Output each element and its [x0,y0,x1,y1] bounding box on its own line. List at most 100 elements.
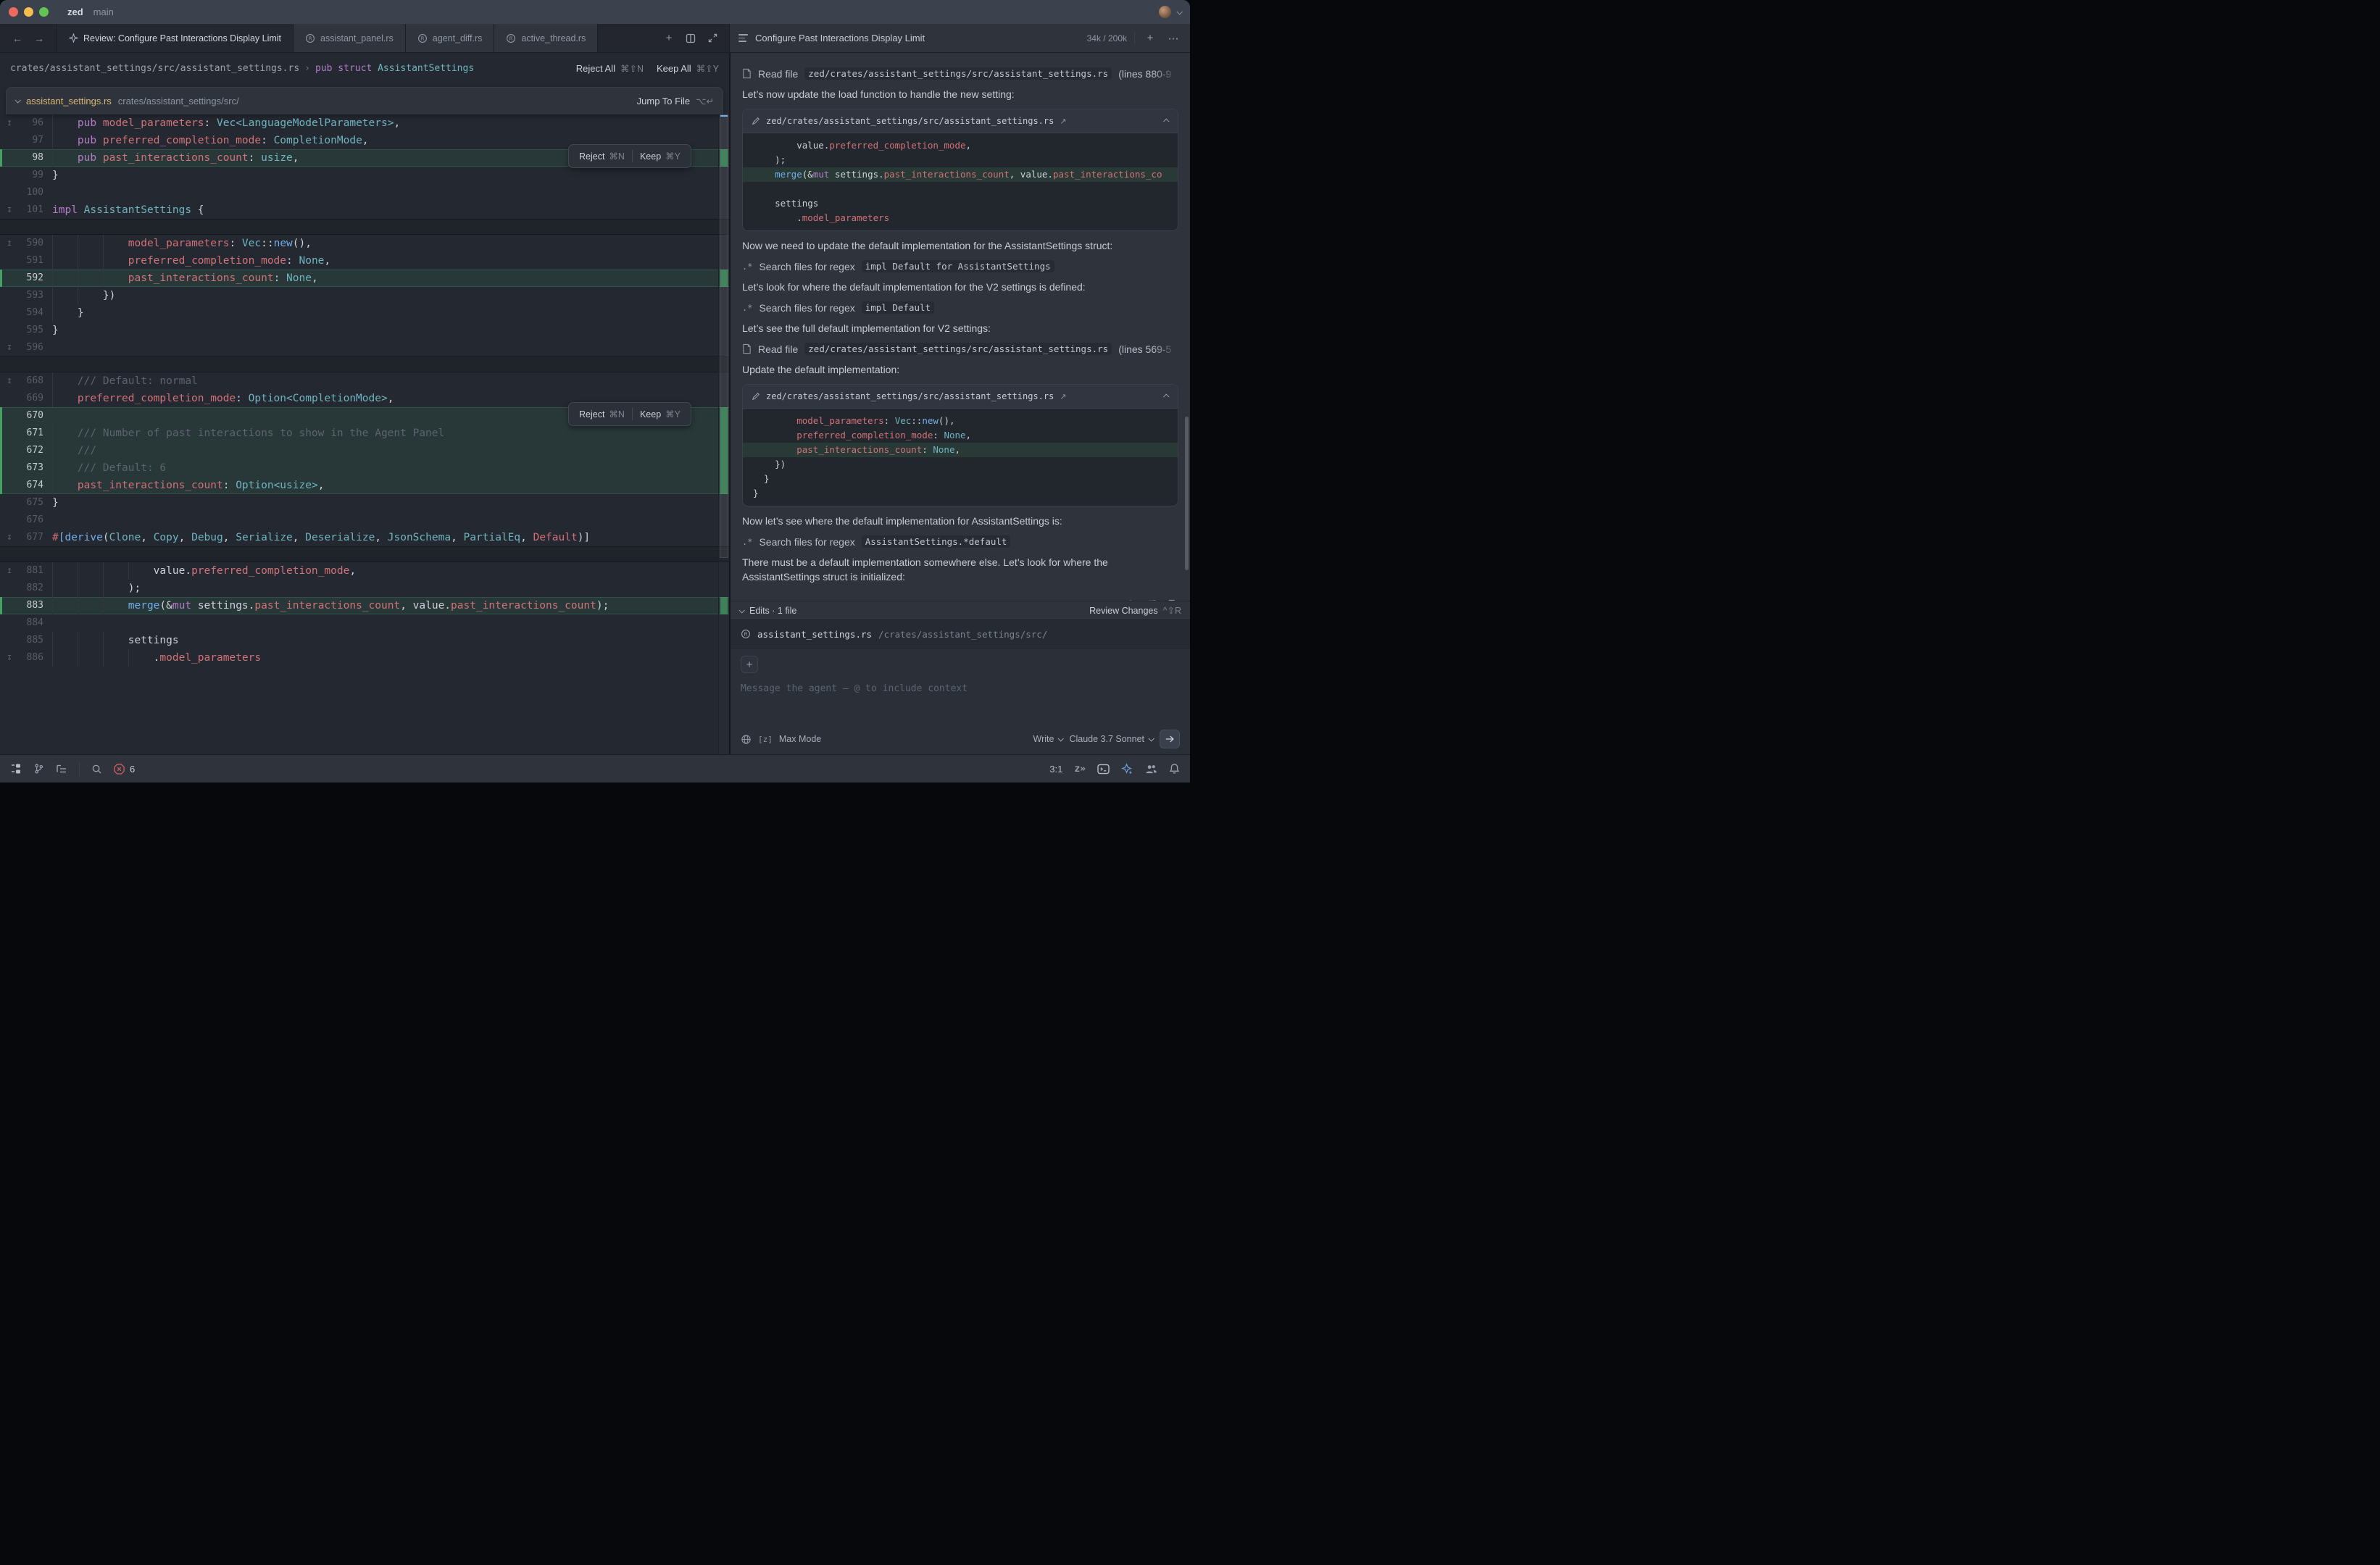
git-branch-icon[interactable] [33,763,44,775]
code-line[interactable]: 672 /// [0,442,729,459]
max-mode-icon[interactable]: [z] [758,735,773,744]
notifications-bell-icon[interactable] [1169,763,1180,775]
project-name[interactable]: zed [67,7,83,17]
code-line[interactable]: 884 [0,614,729,632]
expand-up-icon[interactable]: ↥ [0,372,19,390]
code-line[interactable]: 882 ); [0,580,729,597]
collapse-chevron-down-icon[interactable] [14,97,20,103]
new-tab-button[interactable]: + [660,29,678,48]
tool-read-file[interactable]: Read file zed/crates/assistant_settings/… [742,67,1178,80]
code-line[interactable]: ↧677#[derive(Clone, Copy, Debug, Seriali… [0,529,729,546]
message-input[interactable]: Message the agent — @ to include context [741,683,1180,694]
code-line[interactable]: 593 }) [0,287,729,304]
code-line[interactable]: 885 settings [0,632,729,649]
line-number[interactable]: 591 [19,252,52,270]
line-number[interactable]: 675 [19,494,52,512]
line-number[interactable]: 99 [19,167,52,184]
tab-assistant_panel-rs[interactable]: Rassistant_panel.rs [294,24,406,52]
editor-scrollbar[interactable] [718,114,729,754]
line-number[interactable]: 674 [19,477,52,494]
line-number[interactable]: 882 [19,580,52,597]
split-pane-button[interactable] [681,29,700,48]
line-number[interactable]: 100 [19,184,52,201]
code-line[interactable]: ↧101impl AssistantSettings { [0,201,729,219]
thumbs-down-icon[interactable] [1145,598,1157,601]
send-button[interactable] [1160,730,1180,748]
code-line[interactable]: ↥96 pub model_parameters: Vec<LanguageMo… [0,114,729,132]
code-line[interactable]: 99} [0,167,729,184]
expand-up-icon[interactable]: ↥ [0,235,19,252]
open-file-icon[interactable]: ↗ [1060,392,1066,401]
edit-card-code[interactable]: value.preferred_completion_mode, ); merg… [743,133,1178,230]
code-line[interactable]: ↥668 /// Default: normal [0,372,729,390]
collaboration-people-icon[interactable] [1145,764,1157,775]
copy-as-markdown-icon[interactable] [1166,598,1178,601]
tool-read-file[interactable]: Read file zed/crates/assistant_settings/… [742,343,1178,355]
expand-down-icon[interactable]: ↧ [0,649,19,667]
message-composer[interactable]: + Message the agent — @ to include conte… [731,648,1190,754]
code-line[interactable]: 671 /// Number of past interactions to s… [0,425,729,442]
thread-list-icon[interactable] [738,34,748,42]
hunk-keep-button[interactable]: Keep⌘Y [633,151,688,162]
edited-file-row[interactable]: R assistant_settings.rs /crates/assistan… [731,619,1190,648]
line-number[interactable]: 884 [19,614,52,632]
line-number[interactable]: 595 [19,322,52,339]
collapse-chevron-up-icon[interactable] [1163,393,1169,399]
search-icon[interactable] [91,764,102,775]
cursor-position[interactable]: 3:1 [1049,764,1062,775]
tool-search-regex[interactable]: .*Search files for regex impl Default fo… [742,260,1178,272]
nav-forward-button[interactable]: → [30,30,48,47]
hunk-reject-button[interactable]: Reject⌘N [572,151,632,162]
tool-search-regex[interactable]: .*Search files for regex AssistantSettin… [742,535,1178,548]
line-number[interactable]: 883 [19,597,52,614]
tab-review[interactable]: Review: Configure Past Interactions Disp… [57,24,294,52]
tab-agent_diff-rs[interactable]: Ragent_diff.rs [406,24,495,52]
thumbs-up-icon[interactable] [1124,598,1136,601]
line-number[interactable]: 677 [19,529,52,546]
code-line[interactable]: 591 preferred_completion_mode: None, [0,252,729,270]
diagnostics-indicator[interactable]: 6 [114,764,135,775]
hunk-reject-button[interactable]: Reject⌘N [572,409,632,420]
edit-card-header[interactable]: zed/crates/assistant_settings/src/assist… [743,109,1178,133]
line-number[interactable]: 669 [19,390,52,407]
code-line[interactable]: 595} [0,322,729,339]
line-number[interactable]: 96 [19,114,52,132]
code-line[interactable]: 674 past_interactions_count: Option<usiz… [0,477,729,494]
minimize-window-button[interactable] [24,7,33,17]
line-number[interactable]: 886 [19,649,52,667]
code-line[interactable]: ↧886 .model_parameters [0,649,729,667]
panel-scrollbar[interactable] [1185,417,1189,570]
edits-chevron-down-icon[interactable] [738,607,744,613]
edit-prediction-icon[interactable]: z» [1074,764,1086,775]
web-search-icon[interactable] [741,734,752,745]
expand-up-icon[interactable]: ↥ [0,114,19,132]
user-avatar[interactable] [1159,6,1171,18]
line-number[interactable]: 590 [19,235,52,252]
expand-up-icon[interactable]: ↥ [0,562,19,580]
code-line[interactable]: 592 past_interactions_count: None, [0,270,729,287]
project-panel-icon[interactable] [10,763,22,775]
new-thread-button[interactable]: + [1142,32,1158,44]
excerpt-file-header[interactable]: assistant_settings.rs crates/assistant_s… [6,87,723,114]
expand-pane-button[interactable] [703,29,722,48]
line-number[interactable]: 97 [19,132,52,149]
review-changes-button[interactable]: Review Changes ^⇧R [1089,605,1181,616]
line-number[interactable]: 881 [19,562,52,580]
line-number[interactable]: 592 [19,270,52,287]
breadcrumb[interactable]: crates/assistant_settings/src/assistant_… [10,63,474,74]
assistant-sparkle-icon[interactable] [1121,763,1133,775]
hunk-keep-button[interactable]: Keep⌘Y [633,409,688,420]
code-line[interactable]: 673 /// Default: 6 [0,459,729,477]
code-line[interactable]: 676 [0,512,729,529]
line-number[interactable]: 101 [19,201,52,219]
close-window-button[interactable] [9,7,18,17]
line-number[interactable]: 671 [19,425,52,442]
keep-all-button[interactable]: Keep All⌘⇧Y [657,63,719,74]
code-area[interactable]: ↥96 pub model_parameters: Vec<LanguageMo… [0,114,729,754]
code-line[interactable]: ↥590 model_parameters: Vec::new(), [0,235,729,252]
code-line[interactable]: 594 } [0,304,729,322]
tab-active_thread-rs[interactable]: Ractive_thread.rs [494,24,598,52]
expand-down-icon[interactable]: ↧ [0,529,19,546]
terminal-icon[interactable] [1097,764,1110,775]
expand-down-icon[interactable]: ↧ [0,339,19,356]
